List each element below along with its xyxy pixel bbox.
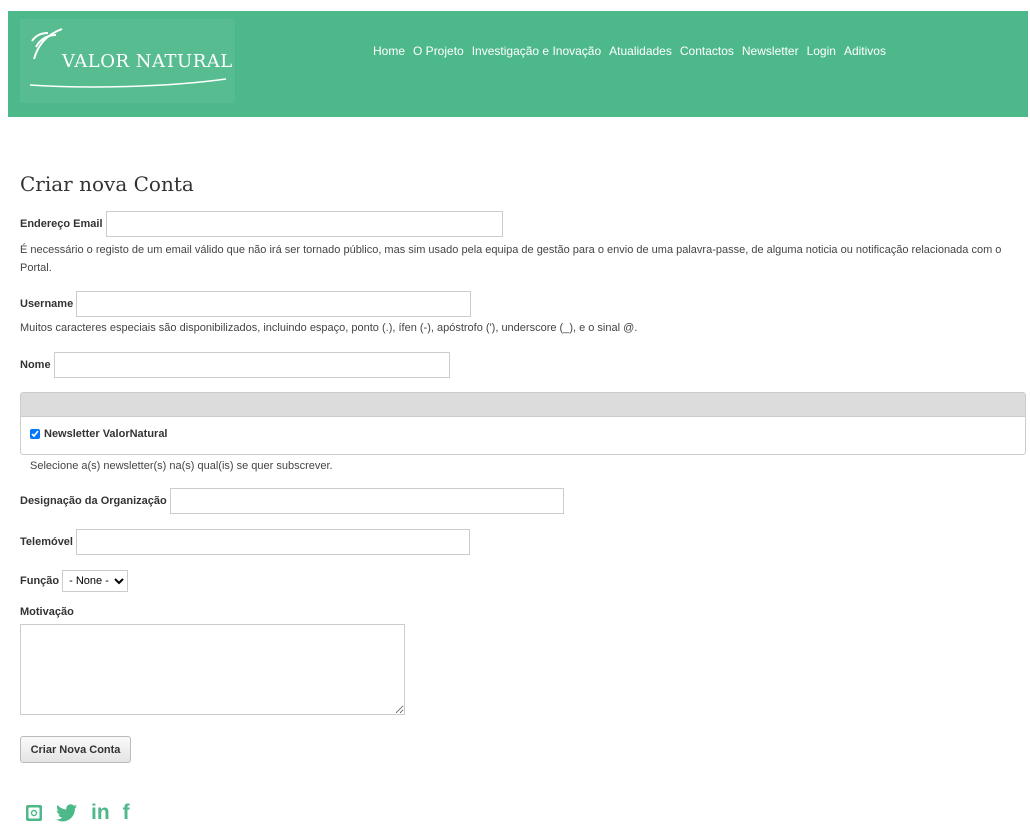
username-field[interactable]	[76, 291, 472, 317]
telemovel-label: Telemóvel	[20, 536, 73, 548]
username-label: Username	[20, 298, 74, 310]
funcao-select[interactable]: - None -	[62, 570, 129, 592]
funcao-label: Função	[20, 575, 60, 587]
nav-aditivos[interactable]: Aditivos	[844, 44, 886, 58]
funcao-row: Função - None -	[20, 570, 129, 592]
email-label: Endereço Email	[20, 218, 103, 230]
username-description: Muitos caracteres especiais são disponib…	[20, 322, 638, 334]
main-nav: Home O Projeto Investigação e Inovação A…	[373, 44, 894, 58]
newsletter-description: Selecione a(s) newsletter(s) na(s) qual(…	[30, 460, 333, 472]
newsletter-checkbox-label[interactable]: Newsletter ValorNatural	[44, 428, 168, 440]
nav-newsletter[interactable]: Newsletter	[742, 44, 799, 58]
twitter-icon[interactable]	[56, 804, 78, 822]
motivacao-label: Motivação	[20, 606, 74, 618]
logo-swoosh-icon	[29, 78, 227, 88]
nav-contactos[interactable]: Contactos	[680, 44, 734, 58]
newsletter-fieldset	[20, 392, 1026, 455]
telemovel-field[interactable]	[76, 529, 470, 555]
nav-o-projeto[interactable]: O Projeto	[413, 44, 464, 58]
email-description: É necessário o registo de um email válid…	[20, 244, 1002, 274]
page-title: Criar nova Conta	[20, 172, 194, 196]
organizacao-label: Designação da Organização	[20, 495, 167, 507]
organizacao-field[interactable]	[169, 488, 564, 514]
newsletter-checkbox[interactable]	[30, 429, 40, 439]
nome-field[interactable]	[53, 352, 450, 378]
facebook-icon[interactable]: f	[123, 802, 130, 824]
site-logo[interactable]: VALOR NATURAL	[20, 19, 235, 103]
motivacao-textarea[interactable]	[20, 624, 405, 715]
criar-conta-button[interactable]: Criar Nova Conta	[20, 736, 131, 763]
brand-name: VALOR NATURAL	[62, 51, 233, 72]
fieldset-header	[21, 393, 1025, 417]
site-header: VALOR NATURAL Home O Projeto Investigaçã…	[8, 11, 1028, 117]
newsletter-checkbox-row: Newsletter ValorNatural	[30, 428, 171, 440]
email-row: Endereço Email	[20, 211, 503, 237]
organizacao-row: Designação da Organização	[20, 488, 564, 514]
linkedin-icon[interactable]: in	[91, 802, 110, 824]
nav-login[interactable]: Login	[807, 44, 836, 58]
telemovel-row: Telemóvel	[20, 529, 470, 555]
instagram-icon[interactable]	[25, 804, 43, 822]
leaf-logo-icon	[31, 28, 63, 60]
email-field[interactable]	[105, 211, 503, 237]
nav-atualidades[interactable]: Atualidades	[609, 44, 672, 58]
nav-investigacao-inovacao[interactable]: Investigação e Inovação	[472, 44, 601, 58]
username-row: Username	[20, 291, 472, 317]
nav-home[interactable]: Home	[373, 44, 405, 58]
nome-row: Nome	[20, 352, 450, 378]
motivacao-row: Motivação	[20, 606, 77, 618]
nome-label: Nome	[20, 359, 51, 371]
social-links: in f	[25, 802, 130, 824]
